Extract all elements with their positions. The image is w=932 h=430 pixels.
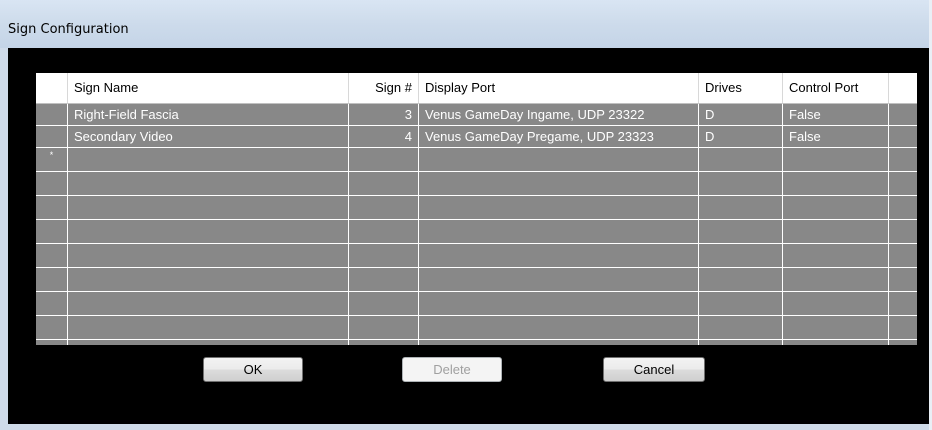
- empty-cell: [419, 244, 699, 268]
- cell-sign-number[interactable]: 4: [349, 126, 419, 148]
- column-header-display-port[interactable]: Display Port: [419, 73, 699, 104]
- delete-button[interactable]: Delete: [402, 357, 502, 382]
- column-header-filler: [889, 73, 917, 104]
- cell-display-port[interactable]: Venus GameDay Ingame, UDP 23322: [419, 104, 699, 126]
- empty-cell: [349, 316, 419, 340]
- empty-cell: [419, 196, 699, 220]
- empty-row: [36, 268, 68, 292]
- empty-cell: [68, 316, 349, 340]
- empty-cell: [889, 268, 917, 292]
- new-row-cell[interactable]: [68, 148, 349, 172]
- new-row-marker[interactable]: *: [36, 148, 68, 172]
- empty-cell: [699, 340, 783, 345]
- empty-cell: [349, 196, 419, 220]
- cell-drives[interactable]: D: [699, 104, 783, 126]
- empty-cell: [349, 268, 419, 292]
- cell-sign-number[interactable]: 3: [349, 104, 419, 126]
- empty-cell: [349, 244, 419, 268]
- empty-cell: [783, 268, 889, 292]
- empty-cell: [699, 172, 783, 196]
- new-row-cell[interactable]: [699, 148, 783, 172]
- empty-cell: [889, 292, 917, 316]
- empty-cell: [783, 292, 889, 316]
- empty-cell: [783, 220, 889, 244]
- empty-row: [36, 196, 68, 220]
- empty-cell: [783, 244, 889, 268]
- empty-cell: [349, 220, 419, 244]
- empty-cell: [419, 292, 699, 316]
- empty-cell: [68, 268, 349, 292]
- empty-cell: [889, 244, 917, 268]
- empty-cell: [889, 340, 917, 345]
- empty-cell: [68, 172, 349, 196]
- empty-row: [36, 172, 68, 196]
- column-header-drives[interactable]: Drives: [699, 73, 783, 104]
- empty-cell: [889, 316, 917, 340]
- window-bottom-border: [0, 424, 929, 430]
- row-header[interactable]: [36, 126, 68, 148]
- empty-cell: [889, 220, 917, 244]
- empty-cell: [68, 220, 349, 244]
- empty-cell: [68, 340, 349, 345]
- sign-grid[interactable]: Sign Name Sign # Display Port Drives Con…: [36, 73, 917, 345]
- sign-configuration-window: Sign Configuration Sign Name Sign # Disp…: [0, 0, 932, 430]
- empty-row: [36, 340, 68, 345]
- empty-cell: [783, 316, 889, 340]
- new-row-cell[interactable]: [783, 148, 889, 172]
- empty-cell: [419, 268, 699, 292]
- empty-cell: [68, 244, 349, 268]
- empty-cell: [889, 196, 917, 220]
- cell-sign-name[interactable]: Secondary Video: [68, 126, 349, 148]
- title-bar[interactable]: Sign Configuration: [0, 0, 929, 48]
- empty-cell: [68, 196, 349, 220]
- empty-cell: [783, 172, 889, 196]
- empty-row: [36, 244, 68, 268]
- empty-cell: [783, 196, 889, 220]
- cell-display-port[interactable]: Venus GameDay Pregame, UDP 23323: [419, 126, 699, 148]
- empty-cell: [699, 196, 783, 220]
- empty-cell: [889, 172, 917, 196]
- window-title: Sign Configuration: [8, 22, 129, 37]
- empty-row: [36, 220, 68, 244]
- cell-drives[interactable]: D: [699, 126, 783, 148]
- empty-cell: [419, 316, 699, 340]
- row-header[interactable]: [36, 104, 68, 126]
- cell-control-port[interactable]: False: [783, 126, 889, 148]
- ok-button[interactable]: OK: [203, 357, 303, 382]
- cell-control-port[interactable]: False: [783, 104, 889, 126]
- empty-cell: [419, 220, 699, 244]
- column-header-control-port[interactable]: Control Port: [783, 73, 889, 104]
- new-row-cell[interactable]: [349, 148, 419, 172]
- empty-row: [36, 316, 68, 340]
- empty-cell: [419, 340, 699, 345]
- empty-cell: [419, 172, 699, 196]
- empty-cell: [699, 268, 783, 292]
- empty-cell: [699, 316, 783, 340]
- row-filler: [889, 104, 917, 126]
- empty-cell: [349, 292, 419, 316]
- empty-cell: [699, 220, 783, 244]
- new-row-cell[interactable]: [419, 148, 699, 172]
- cancel-button[interactable]: Cancel: [603, 357, 705, 382]
- empty-cell: [699, 244, 783, 268]
- cell-sign-name[interactable]: Right-Field Fascia: [68, 104, 349, 126]
- row-filler: [889, 148, 917, 172]
- column-header-sign-number[interactable]: Sign #: [349, 73, 419, 104]
- row-filler: [889, 126, 917, 148]
- empty-cell: [783, 340, 889, 345]
- empty-cell: [699, 292, 783, 316]
- empty-cell: [68, 292, 349, 316]
- grid-corner-header: [36, 73, 68, 104]
- empty-cell: [349, 172, 419, 196]
- empty-cell: [349, 340, 419, 345]
- empty-row: [36, 292, 68, 316]
- column-header-sign-name[interactable]: Sign Name: [68, 73, 349, 104]
